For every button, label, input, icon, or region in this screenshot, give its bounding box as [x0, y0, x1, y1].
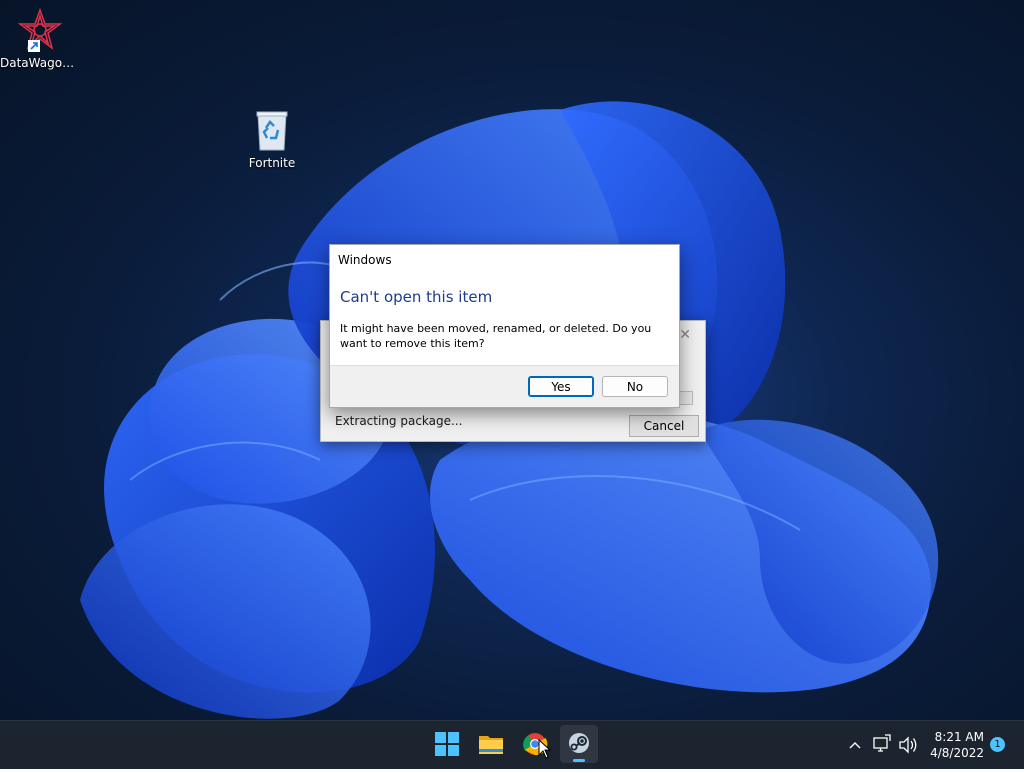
notification-badge[interactable]: 1 [990, 737, 1005, 752]
file-explorer-icon [479, 736, 503, 754]
desktop-icon-label: DataWagon... [0, 56, 80, 70]
dialog-heading: Can't open this item [340, 288, 493, 306]
taskbar: 8:21 AM 4/8/2022 1 [0, 720, 1024, 769]
desktop-icon-datawagon[interactable]: DataWagon... [0, 6, 80, 70]
datawagon-shortcut-icon [16, 6, 64, 54]
tray-clock[interactable]: 8:21 AM 4/8/2022 [930, 729, 984, 761]
volume-icon [899, 736, 917, 754]
tray-volume-button[interactable] [897, 721, 919, 769]
desktop-icon-fortnite[interactable]: Fortnite [232, 106, 312, 170]
dialog-message: It might have been moved, renamed, or de… [340, 322, 652, 350]
cancel-button[interactable]: Cancel [629, 415, 699, 437]
dialog-button-bar: Yes No [330, 365, 679, 407]
recycle-bin-icon [248, 106, 296, 154]
clock-time: 8:21 AM [934, 730, 984, 744]
dialog-title: Windows [338, 253, 392, 267]
close-icon[interactable]: ✕ [679, 327, 691, 343]
extract-status-text: Extracting package... [335, 414, 463, 428]
mouse-cursor-icon [538, 739, 552, 759]
steam-icon [569, 733, 589, 753]
tray-network-button[interactable] [872, 721, 892, 769]
taskbar-file-explorer[interactable] [472, 725, 510, 763]
desktop-icon-label: Fortnite [248, 156, 296, 170]
desktop: DataWagon... Fortnite ✕ Extracting packa… [0, 0, 1024, 720]
clock-date: 4/8/2022 [930, 746, 984, 760]
taskbar-start-button[interactable] [428, 725, 466, 763]
network-icon [873, 734, 891, 752]
no-button[interactable]: No [602, 376, 668, 397]
tray-overflow-button[interactable] [846, 721, 864, 769]
yes-button[interactable]: Yes [528, 376, 594, 397]
cant-open-item-dialog: Windows Can't open this item It might ha… [329, 244, 680, 408]
taskbar-chrome[interactable] [516, 725, 554, 763]
taskbar-steam[interactable] [560, 725, 598, 763]
active-app-indicator [573, 759, 585, 762]
chevron-up-icon [849, 742, 861, 749]
windows-start-icon [435, 732, 459, 756]
